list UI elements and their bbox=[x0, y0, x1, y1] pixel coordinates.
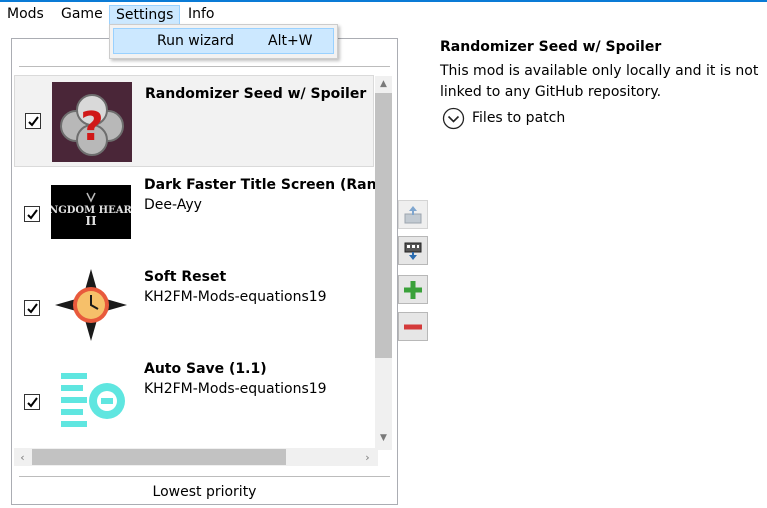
mod-row-randomizer[interactable]: ? Randomizer Seed w/ Spoiler bbox=[14, 75, 374, 167]
menu-bar: Mods Game Settings Info bbox=[0, 0, 767, 26]
mod-author: KH2FM-Mods-equations19 bbox=[144, 381, 327, 397]
mod-list-panel: ? Randomizer Seed w/ Spoiler KINGDOM HEA… bbox=[11, 38, 398, 505]
move-up-button[interactable] bbox=[398, 200, 428, 229]
mod-author: Dee-Ayy bbox=[144, 197, 202, 213]
menu-settings[interactable]: Settings bbox=[109, 5, 181, 25]
scroll-right-icon[interactable]: › bbox=[359, 451, 376, 464]
mod-list: ? Randomizer Seed w/ Spoiler KINGDOM HEA… bbox=[14, 75, 387, 469]
remove-mod-button[interactable] bbox=[398, 312, 428, 341]
mod-details-description: This mod is available only locally and i… bbox=[440, 63, 759, 100]
scroll-left-icon[interactable]: ‹ bbox=[14, 451, 31, 464]
mod-enabled-checkbox[interactable] bbox=[24, 300, 40, 316]
svg-text:II: II bbox=[85, 214, 97, 228]
vertical-scrollbar[interactable]: ▲ ▼ bbox=[375, 76, 392, 450]
kingdom-hearts-logo-icon: KINGDOM HEARTS II bbox=[51, 185, 131, 239]
mod-title: Dark Faster Title Screen (Rando T bbox=[144, 177, 387, 193]
menu-game[interactable]: Game bbox=[55, 5, 109, 25]
soft-reset-icon bbox=[51, 265, 131, 345]
horizontal-scrollbar[interactable]: ‹ › bbox=[14, 448, 378, 466]
files-to-patch-label: Files to patch bbox=[472, 110, 566, 126]
move-down-icon bbox=[404, 242, 422, 260]
chevron-down-circle-icon[interactable] bbox=[442, 107, 465, 130]
move-down-button[interactable] bbox=[398, 236, 428, 265]
mod-author: KH2FM-Mods-equations19 bbox=[144, 289, 327, 305]
mod-row-dark-faster-title[interactable]: KINGDOM HEARTS II Dark Faster Title Scre… bbox=[14, 167, 387, 259]
add-mod-button[interactable] bbox=[398, 275, 428, 304]
run-wizard-menu-item[interactable]: Run wizard Alt+W bbox=[113, 28, 334, 54]
menu-info[interactable]: Info bbox=[182, 5, 221, 25]
mod-enabled-checkbox[interactable] bbox=[25, 113, 41, 129]
mod-row-soft-reset[interactable]: Soft Reset KH2FM-Mods-equations19 bbox=[14, 259, 374, 351]
menu-mods[interactable]: Mods bbox=[1, 5, 50, 25]
add-icon bbox=[404, 281, 422, 299]
lowest-priority-label: Lowest priority bbox=[152, 484, 257, 500]
priority-divider-bottom bbox=[19, 476, 390, 477]
run-wizard-label: Run wizard bbox=[157, 33, 234, 49]
remove-icon bbox=[404, 324, 422, 330]
move-up-icon bbox=[404, 206, 422, 224]
vertical-scroll-thumb[interactable] bbox=[375, 93, 392, 358]
horizontal-scroll-thumb[interactable] bbox=[32, 449, 286, 465]
mod-details-title: Randomizer Seed w/ Spoiler bbox=[440, 39, 662, 55]
svg-text:?: ? bbox=[80, 104, 103, 150]
scroll-down-icon[interactable]: ▼ bbox=[375, 433, 392, 443]
mod-title: Auto Save (1.1) bbox=[144, 361, 267, 377]
run-wizard-shortcut: Alt+W bbox=[268, 33, 313, 49]
randomizer-icon: ? bbox=[52, 82, 132, 162]
mod-title: Soft Reset bbox=[144, 269, 227, 285]
auto-save-icon bbox=[51, 357, 131, 437]
mod-row-auto-save[interactable]: Auto Save (1.1) KH2FM-Mods-equations19 bbox=[14, 351, 374, 443]
settings-dropdown: Run wizard Alt+W bbox=[109, 24, 338, 59]
priority-divider-top bbox=[19, 66, 390, 67]
scroll-up-icon[interactable]: ▲ bbox=[375, 79, 392, 89]
mod-enabled-checkbox[interactable] bbox=[24, 394, 40, 410]
mod-enabled-checkbox[interactable] bbox=[24, 206, 40, 222]
mod-title: Randomizer Seed w/ Spoiler bbox=[145, 86, 367, 102]
